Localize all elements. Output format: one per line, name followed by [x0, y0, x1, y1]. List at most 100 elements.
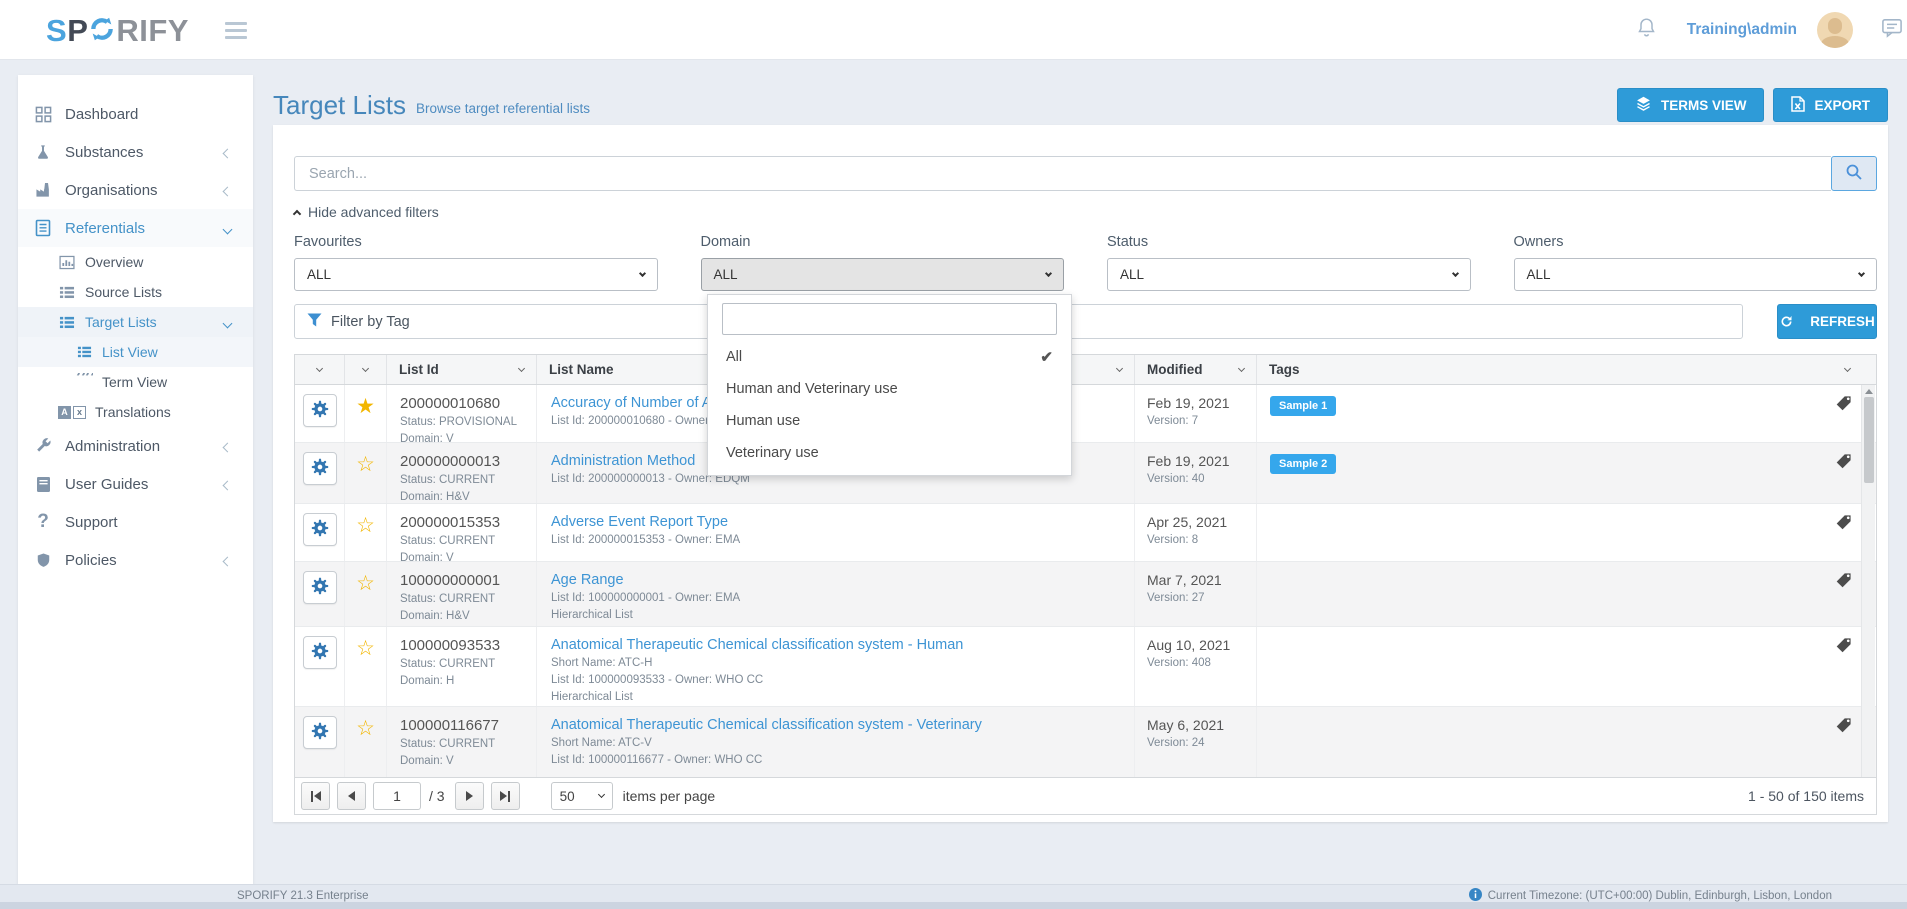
sidebar-item-administration[interactable]: Administration	[18, 427, 253, 465]
chevron-down-icon	[224, 220, 231, 237]
journal-icon	[33, 219, 53, 237]
status-select[interactable]: ALL	[1107, 258, 1471, 291]
export-button[interactable]: EXPORT	[1773, 88, 1888, 122]
table-row[interactable]: 200000000013 Status: CURRENT Domain: H&V…	[295, 443, 1876, 504]
header-buttons: TERMS VIEW EXPORT	[1617, 88, 1888, 122]
advanced-filters: Favourites ALL Domain ALL Status ALL Own…	[294, 234, 1877, 291]
list-id-column-header[interactable]: List Id	[387, 355, 537, 384]
sidebar-item-referentials[interactable]: Referentials	[18, 209, 253, 247]
scrollbar-thumb[interactable]	[1864, 397, 1874, 483]
tag-badge[interactable]: Sample 2	[1270, 454, 1336, 474]
next-page-button[interactable]	[455, 782, 484, 810]
logo-letters-rify: RIFY	[116, 13, 189, 49]
sidebar-item-dashboard[interactable]: Dashboard	[18, 95, 253, 133]
quotes-icon	[75, 373, 93, 391]
modified-date: Feb 19, 2021	[1147, 395, 1256, 411]
modified-date: Aug 10, 2021	[1147, 637, 1256, 653]
modified-column-header[interactable]: Modified	[1135, 355, 1257, 384]
list-id: 200000000013	[400, 453, 536, 470]
favourite-star-icon[interactable]	[356, 395, 375, 418]
chat-icon[interactable]	[1881, 18, 1903, 43]
list-status: Status: CURRENT	[400, 738, 536, 751]
row-settings-button[interactable]	[303, 452, 337, 485]
table-row[interactable]: 100000000001 Status: CURRENT Domain: H&V…	[295, 562, 1876, 627]
tag-icon[interactable]	[1835, 572, 1852, 594]
sidebar-item-label: Target Lists	[85, 314, 157, 330]
owners-select[interactable]: ALL	[1514, 258, 1878, 291]
sidebar-item-term-view[interactable]: Term View	[18, 367, 253, 397]
sidebar-item-substances[interactable]: Substances	[18, 133, 253, 171]
favourite-star-icon[interactable]	[356, 717, 375, 740]
domain-select[interactable]: ALL	[701, 258, 1065, 291]
favourite-star-icon[interactable]	[356, 514, 375, 537]
terms-view-button[interactable]: TERMS VIEW	[1617, 88, 1765, 122]
dropdown-search-input[interactable]	[722, 303, 1057, 335]
modified-date: Apr 25, 2021	[1147, 514, 1256, 530]
favourites-select[interactable]: ALL	[294, 258, 658, 291]
favourite-star-icon[interactable]	[356, 572, 375, 595]
sidebar-item-organisations[interactable]: Organisations	[18, 171, 253, 209]
last-page-button[interactable]	[491, 782, 520, 810]
sidebar-item-user-guides[interactable]: User Guides	[18, 465, 253, 503]
row-settings-button[interactable]	[303, 571, 337, 604]
tag-icon[interactable]	[1835, 637, 1852, 659]
chevron-left-icon	[224, 552, 231, 569]
sidebar-item-translations[interactable]: Ax Translations	[18, 397, 253, 427]
gear-icon	[310, 641, 330, 664]
table-row[interactable]: 100000093533 Status: CURRENT Domain: H A…	[295, 627, 1876, 707]
page-size-select[interactable]: 50	[551, 782, 613, 810]
sidebar-item-target-lists[interactable]: Target Lists	[18, 307, 253, 337]
page-number-input[interactable]	[373, 782, 421, 810]
list-name-link[interactable]: Anatomical Therapeutic Chemical classifi…	[551, 637, 1131, 653]
table-scrollbar[interactable]	[1861, 385, 1875, 777]
sidebar-item-overview[interactable]: Overview	[18, 247, 253, 277]
previous-page-button[interactable]	[337, 782, 366, 810]
tags-column-header[interactable]: Tags	[1257, 355, 1876, 384]
row-settings-button[interactable]	[303, 513, 337, 546]
tag-icon[interactable]	[1835, 514, 1852, 536]
sidebar-item-label: List View	[102, 344, 158, 360]
dropdown-option-human[interactable]: Human use	[708, 405, 1071, 437]
dropdown-option-veterinary[interactable]: Veterinary use	[708, 437, 1071, 469]
dropdown-option-all[interactable]: All ✔	[708, 341, 1071, 373]
row-settings-button[interactable]	[303, 716, 337, 749]
tag-badge[interactable]: Sample 1	[1270, 396, 1336, 416]
actions-column-header[interactable]	[295, 355, 345, 384]
row-settings-button[interactable]	[303, 636, 337, 669]
table-row[interactable]: 200000010680 Status: PROVISIONAL Domain:…	[295, 385, 1876, 443]
row-settings-button[interactable]	[303, 394, 337, 427]
list-name-link[interactable]: Adverse Event Report Type	[551, 514, 1131, 530]
first-page-button[interactable]	[301, 782, 330, 810]
version: Version: 24	[1147, 737, 1256, 750]
avatar[interactable]	[1817, 12, 1853, 48]
user-menu[interactable]: Training\admin	[1687, 21, 1797, 39]
target-lists-panel: Hide advanced filters Favourites ALL Dom…	[273, 125, 1888, 822]
search-icon	[1845, 163, 1863, 184]
table-row[interactable]: 100000116677 Status: CURRENT Domain: V A…	[295, 707, 1876, 777]
menu-icon[interactable]	[225, 22, 247, 43]
sidebar-item-list-view[interactable]: List View	[18, 337, 253, 367]
owners-filter: Owners ALL	[1514, 234, 1878, 291]
app-logo: SPRIFY	[46, 12, 189, 50]
modified-date: May 6, 2021	[1147, 717, 1256, 733]
sidebar-item-support[interactable]: Support	[18, 503, 253, 541]
tag-icon[interactable]	[1835, 395, 1852, 417]
sidebar-item-policies[interactable]: Policies	[18, 541, 253, 579]
favourite-star-icon[interactable]	[356, 637, 375, 660]
search-button[interactable]	[1831, 156, 1877, 191]
refresh-button[interactable]: REFRESH	[1777, 304, 1877, 339]
search-input[interactable]	[294, 156, 1831, 191]
sidebar-item-source-lists[interactable]: Source Lists	[18, 277, 253, 307]
bell-icon[interactable]	[1636, 16, 1657, 44]
search-bar	[294, 156, 1877, 191]
dropdown-option-human-and-veterinary[interactable]: Human and Veterinary use	[708, 373, 1071, 405]
tag-icon[interactable]	[1835, 453, 1852, 475]
scroll-up-icon[interactable]	[1865, 389, 1873, 394]
favourite-star-icon[interactable]	[356, 453, 375, 476]
list-name-link[interactable]: Anatomical Therapeutic Chemical classifi…	[551, 717, 1131, 733]
tag-icon[interactable]	[1835, 717, 1852, 739]
table-row[interactable]: 200000015353 Status: CURRENT Domain: V A…	[295, 504, 1876, 562]
list-name-link[interactable]: Age Range	[551, 572, 1131, 588]
hide-advanced-filters-toggle[interactable]: Hide advanced filters	[294, 204, 439, 220]
favourite-column-header[interactable]	[345, 355, 387, 384]
